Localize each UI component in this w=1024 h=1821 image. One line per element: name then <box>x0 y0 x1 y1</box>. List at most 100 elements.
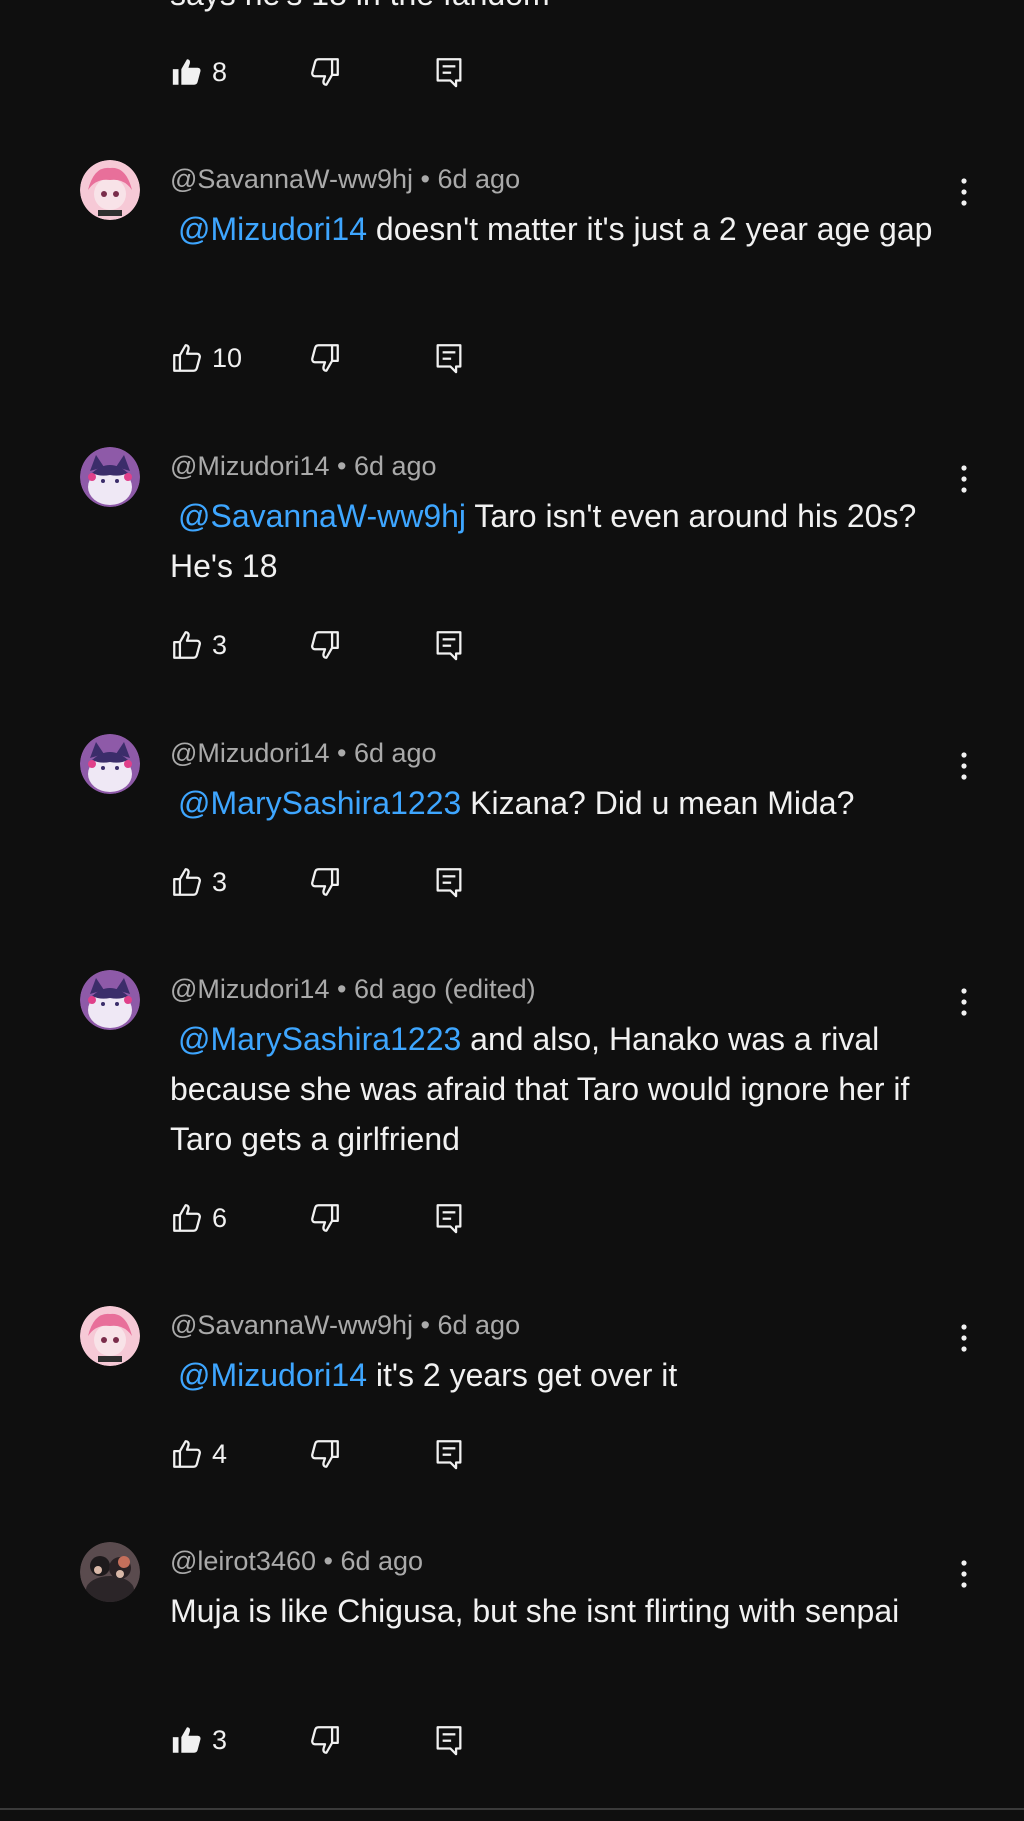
comment-menu-button[interactable] <box>952 172 976 212</box>
comment-actions: 3 <box>170 1720 490 1760</box>
reply-button[interactable] <box>432 625 466 665</box>
thumbs-up-icon <box>170 1723 204 1757</box>
dislike-button[interactable] <box>308 1720 342 1760</box>
like-count: 3 <box>212 1724 228 1755</box>
comment-text: @Mizudori14 it's 2 years get over it <box>170 1350 970 1400</box>
comment-text: Muja is like Chigusa, but she isnt flirt… <box>170 1586 970 1636</box>
like-button[interactable]: 3 <box>170 1720 227 1760</box>
like-count: 6 <box>212 1202 228 1233</box>
like-button[interactable]: 8 <box>170 52 227 92</box>
like-count: 3 <box>212 629 228 660</box>
mention-link[interactable]: @SavannaW-ww9hj <box>178 498 466 534</box>
thumbs-down-icon <box>308 1201 342 1235</box>
more-vert-icon <box>960 463 968 495</box>
comment-menu-button[interactable] <box>952 459 976 499</box>
mention-link[interactable]: @MarySashira1223 <box>178 1021 461 1057</box>
reply-button[interactable] <box>432 1720 466 1760</box>
dislike-button[interactable] <box>308 862 342 902</box>
reply-button[interactable] <box>432 862 466 902</box>
dislike-button[interactable] <box>308 338 342 378</box>
comment-body: doesn't matter it's just a 2 year age ga… <box>375 211 933 247</box>
like-count: 10 <box>212 342 243 373</box>
reply-button[interactable] <box>432 1198 466 1238</box>
like-count: 3 <box>212 866 228 897</box>
comment-menu-button[interactable] <box>952 1318 976 1358</box>
mention-link[interactable]: @Mizudori14 <box>178 1357 367 1393</box>
reply-icon <box>432 55 466 89</box>
avatar[interactable] <box>80 1306 140 1366</box>
comment-menu-button[interactable] <box>952 982 976 1022</box>
bottom-divider <box>0 1808 1024 1810</box>
meta-separator: • <box>420 1310 430 1340</box>
comment-text: @MarySashira1223 Kizana? Did u mean Mida… <box>170 778 970 828</box>
comment-meta: @SavannaW-ww9hj • 6d ago <box>170 1310 520 1341</box>
dislike-button[interactable] <box>308 52 342 92</box>
clipped-comment-actions: 8 <box>170 52 490 92</box>
dislike-button[interactable] <box>308 625 342 665</box>
avatar[interactable] <box>80 970 140 1030</box>
comment-time: 6d ago <box>340 1546 424 1576</box>
comment-meta: @Mizudori14 • 6d ago <box>170 451 437 482</box>
meta-separator: • <box>336 738 347 768</box>
comment-text: @SavannaW-ww9hj Taro isn't even around h… <box>170 491 970 591</box>
reply-icon <box>432 628 466 662</box>
comment-actions: 3 <box>170 625 490 665</box>
comment-actions: 10 <box>170 338 490 378</box>
comment-actions: 6 <box>170 1198 490 1238</box>
mention-link[interactable]: @MarySashira1223 <box>178 785 461 821</box>
comment-text: @MarySashira1223 and also, Hanako was a … <box>170 1014 970 1164</box>
avatar[interactable] <box>80 447 140 507</box>
like-button[interactable]: 4 <box>170 1434 227 1474</box>
meta-separator: • <box>336 451 347 481</box>
like-button[interactable]: 10 <box>170 338 242 378</box>
comment-body: Kizana? Did u mean Mida? <box>470 785 855 821</box>
reply-button[interactable] <box>432 52 466 92</box>
comment-menu-button[interactable] <box>952 1554 976 1594</box>
thumbs-up-icon <box>170 341 204 375</box>
comment-time: 6d ago <box>437 164 521 194</box>
author-name[interactable]: @SavannaW-ww9hj <box>170 1310 413 1340</box>
thumbs-up-icon <box>170 865 204 899</box>
reply-button[interactable] <box>432 338 466 378</box>
like-button[interactable]: 3 <box>170 862 227 902</box>
reply-icon <box>432 865 466 899</box>
dislike-button[interactable] <box>308 1434 342 1474</box>
dislike-button[interactable] <box>308 1198 342 1238</box>
thumbs-down-icon <box>308 55 342 89</box>
author-name[interactable]: @leirot3460 <box>170 1546 316 1576</box>
like-button[interactable]: 6 <box>170 1198 227 1238</box>
meta-separator: • <box>323 1546 333 1576</box>
comment-actions: 3 <box>170 862 490 902</box>
thumbs-up-icon <box>170 55 204 89</box>
like-count: 4 <box>212 1438 228 1469</box>
comment-meta: @Mizudori14 • 6d ago <box>170 738 437 769</box>
author-name[interactable]: @Mizudori14 <box>170 451 329 481</box>
edited-label: (edited) <box>444 974 536 1004</box>
avatar[interactable] <box>80 734 140 794</box>
meta-separator: • <box>420 164 430 194</box>
thumbs-down-icon <box>308 628 342 662</box>
thumbs-down-icon <box>308 341 342 375</box>
avatar[interactable] <box>80 160 140 220</box>
more-vert-icon <box>960 1558 968 1590</box>
avatar[interactable] <box>80 1542 140 1602</box>
comment-meta: @leirot3460 • 6d ago <box>170 1546 423 1577</box>
reply-icon <box>432 341 466 375</box>
like-count: 8 <box>212 56 228 87</box>
like-button[interactable]: 3 <box>170 625 227 665</box>
thumbs-up-icon <box>170 628 204 662</box>
reply-icon <box>432 1723 466 1757</box>
reply-button[interactable] <box>432 1434 466 1474</box>
comment-actions: 4 <box>170 1434 490 1474</box>
thumbs-down-icon <box>308 865 342 899</box>
comment-menu-button[interactable] <box>952 746 976 786</box>
comment-time: 6d ago <box>437 1310 521 1340</box>
author-name[interactable]: @Mizudori14 <box>170 974 329 1004</box>
more-vert-icon <box>960 986 968 1018</box>
mention-link[interactable]: @Mizudori14 <box>178 211 367 247</box>
author-name[interactable]: @SavannaW-ww9hj <box>170 164 413 194</box>
comment-time: 6d ago <box>353 451 437 481</box>
more-vert-icon <box>960 1322 968 1354</box>
more-vert-icon <box>960 750 968 782</box>
author-name[interactable]: @Mizudori14 <box>170 738 329 768</box>
